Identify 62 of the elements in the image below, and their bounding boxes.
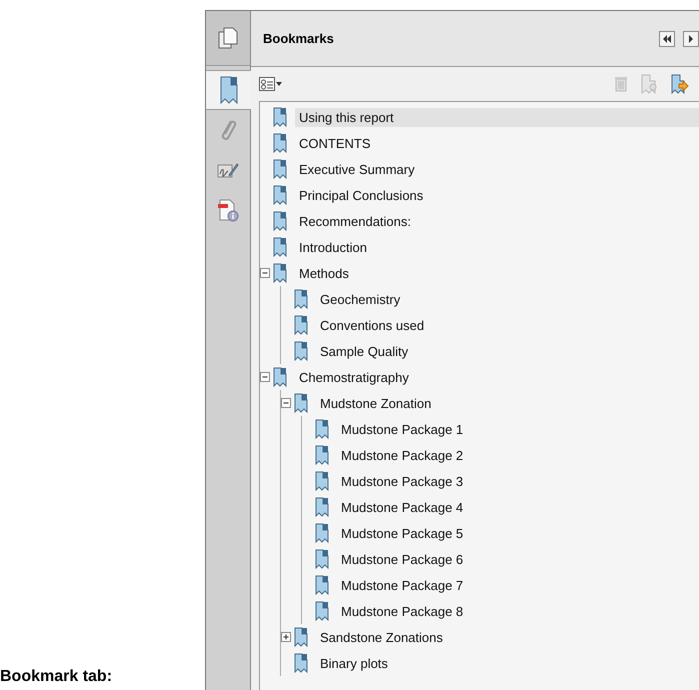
bookmark-item[interactable]: Sample Quality: [316, 342, 412, 360]
bookmark-icon: [315, 549, 329, 569]
bookmark-icon: [294, 289, 308, 309]
bookmark-item[interactable]: Mudstone Package 3: [337, 472, 468, 490]
bookmark-item[interactable]: Mudstone Package 1: [337, 420, 468, 438]
signature-icon: [217, 161, 239, 179]
bookmark-icon: [315, 471, 329, 491]
bookmark-item[interactable]: Binary plots: [316, 654, 392, 672]
side-tab[interactable]: [206, 11, 250, 66]
bookmark-item[interactable]: Introduction: [295, 238, 371, 256]
bookmark-icon: [294, 653, 308, 673]
expand-panel-button[interactable]: [683, 30, 699, 46]
bookmark-icon: [315, 601, 329, 621]
bookmark-icon: [315, 575, 329, 595]
bookmark-item[interactable]: CONTENTS: [295, 134, 374, 152]
bookmark-icon: [294, 341, 308, 361]
bookmark-icon: [315, 419, 329, 439]
bookmark-icon: [273, 159, 287, 179]
bookmark-icon: [273, 133, 287, 153]
bookmark-item[interactable]: Mudstone Package 8: [337, 602, 468, 620]
bookmark-item[interactable]: Using this report: [295, 108, 699, 126]
document-info-icon: [217, 198, 239, 222]
bookmark-item[interactable]: Conventions used: [316, 316, 428, 334]
bookmark-icon: [273, 263, 287, 283]
expand-bookmark-button[interactable]: [671, 74, 689, 94]
double-left-arrow-icon: [662, 34, 672, 42]
bookmark-icon: [315, 445, 329, 465]
bookmark-item[interactable]: Mudstone Package 5: [337, 524, 468, 542]
collapse-icon[interactable]: [260, 372, 270, 382]
bookmark-item[interactable]: Mudstone Package 7: [337, 576, 468, 594]
bookmark-icon: [273, 107, 287, 127]
bookmark-item[interactable]: Sandstone Zonations: [316, 628, 447, 646]
bookmark-icon: [273, 211, 287, 231]
panel-title: Bookmarks: [263, 31, 335, 46]
bookmark-item[interactable]: Mudstone Package 6: [337, 550, 468, 568]
bookmark-item[interactable]: Geochemistry: [316, 290, 404, 308]
collapse-icon[interactable]: [281, 398, 291, 408]
bookmark-item[interactable]: Mudstone Package 4: [337, 498, 468, 516]
bookmark-item[interactable]: Executive Summary: [295, 160, 419, 178]
bookmark-icon: [273, 185, 287, 205]
bookmark-icon: [294, 627, 308, 647]
options-button[interactable]: [259, 77, 283, 91]
bookmark-item[interactable]: Mudstone Zonation: [316, 394, 436, 412]
caption: Bookmark tab:: [0, 668, 114, 686]
collapse-icon[interactable]: [260, 268, 270, 278]
bookmark-icon: [294, 393, 308, 413]
pages-icon: [218, 27, 238, 49]
bookmark-icon: [294, 315, 308, 335]
bookmark-icon: [273, 237, 287, 257]
bookmark-item[interactable]: Mudstone Package 2: [337, 446, 468, 464]
bookmark-item[interactable]: Principal Conclusions: [295, 186, 428, 204]
bookmark-icon: [315, 497, 329, 517]
collapse-panel-button[interactable]: [659, 30, 675, 46]
bookmark-icon: [315, 523, 329, 543]
right-arrow-icon: [688, 34, 694, 42]
bookmark-item[interactable]: Chemostratigraphy: [295, 368, 413, 386]
expand-icon[interactable]: [281, 632, 291, 642]
bookmark-item[interactable]: Methods: [295, 264, 353, 282]
bookmark-icon: [273, 367, 287, 387]
side-tab[interactable]: [206, 70, 251, 110]
bookmark-icon: [220, 76, 238, 104]
bookmark-item[interactable]: Recommendations:: [295, 212, 415, 230]
